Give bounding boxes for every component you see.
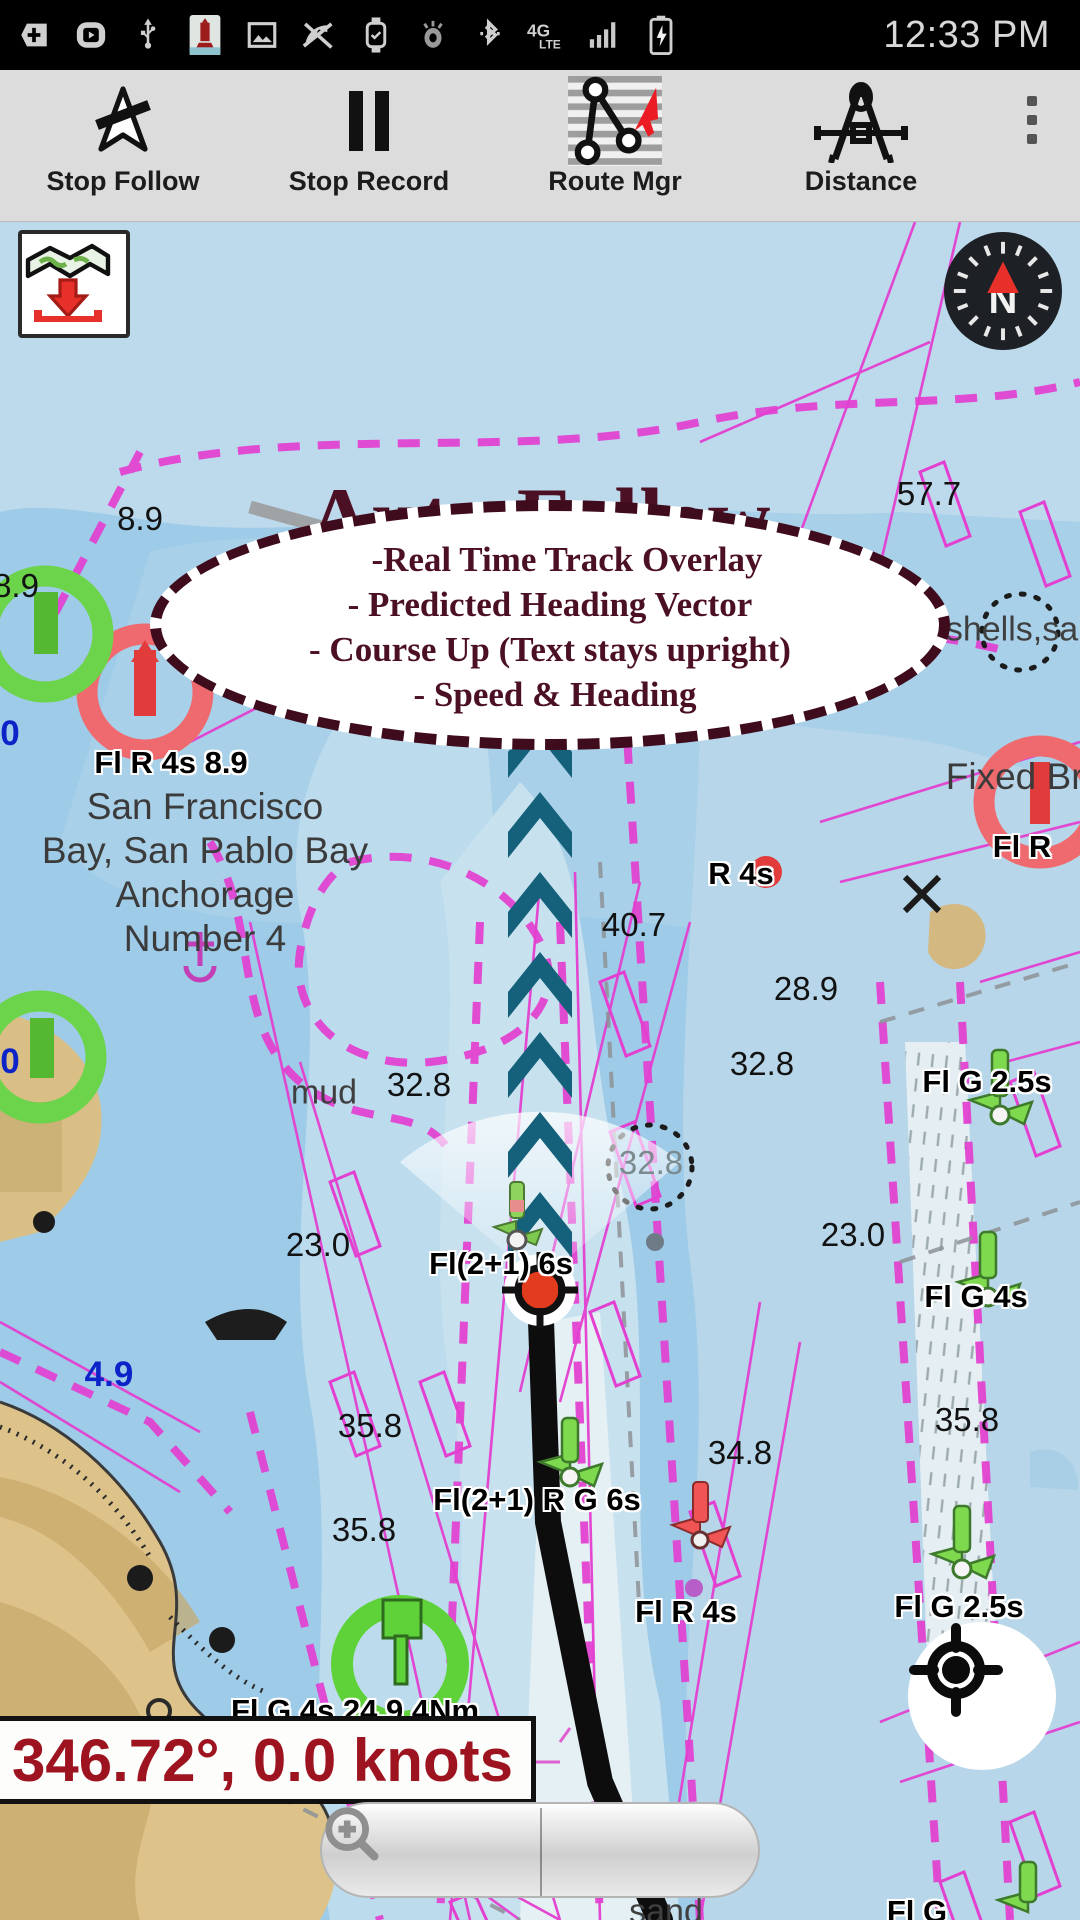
nautical-chart-map[interactable]: San Francisco Bay, San Pablo Bay Anchorage… xyxy=(0,222,1080,1920)
toolbar-button-distance[interactable]: Distance xyxy=(738,70,984,222)
chart-sediment-label: mud xyxy=(290,1073,358,1112)
toolbar-button-route-mgr[interactable]: Route Mgr xyxy=(492,70,738,222)
overflow-dot xyxy=(1027,96,1037,106)
chart-place-label: San Francisco xyxy=(86,786,324,827)
screenshot-icon xyxy=(242,14,282,56)
buoy-light-label: Fl(2+1) 6s xyxy=(429,1246,573,1281)
chart-place-label: Anchorage xyxy=(115,874,295,915)
toolbar-label: Stop Record xyxy=(288,166,450,196)
depth-sounding-label: 32.8 xyxy=(386,1066,452,1103)
buoy-light-label: Fl G xyxy=(886,1894,948,1920)
depth-sounding-label: 28.9 xyxy=(773,970,839,1007)
zoom-divider xyxy=(540,1808,542,1896)
compass-rose[interactable]: N xyxy=(944,232,1062,350)
depth-sounding-label: 23.0 xyxy=(285,1226,351,1263)
app-toolbar: Stop Follow Stop Record Route Mgr Distan… xyxy=(0,70,1080,222)
status-bar-clock: 12:33 PM xyxy=(883,13,1050,56)
buoy-light-label: R 4s xyxy=(708,856,774,891)
callout-line: -Real Time Track Overlay xyxy=(371,540,763,580)
zoom-in-button[interactable] xyxy=(325,1807,744,1884)
depth-sounding-label: 35.8 xyxy=(934,1401,1000,1438)
depth-sounding-label: 0 xyxy=(0,1042,20,1081)
toolbar-label: Distance xyxy=(804,166,918,196)
chart-bridge-label: Fixed Bric xyxy=(945,756,1080,797)
depth-sounding-label: 32.8 xyxy=(618,1144,684,1181)
route-manager-icon xyxy=(556,76,674,166)
heading-speed-value: 346.72°, 0.0 knots xyxy=(12,1726,513,1794)
compass-ticks-icon xyxy=(953,241,1053,341)
usb-icon xyxy=(128,14,168,56)
android-status-bar: 4G LTE 12:33 PM xyxy=(0,0,1080,70)
map-download-button[interactable] xyxy=(18,230,130,338)
chart-place-label: Bay, San Pablo Bay xyxy=(41,830,369,871)
network-4g-lte-icon: 4G LTE xyxy=(527,14,567,56)
navigation-app-screen: 4G LTE 12:33 PM Stop Follow Stop Record … xyxy=(0,0,1080,1920)
status-bar-icons: 4G LTE xyxy=(14,14,883,56)
depth-sounding-label: 4.9 xyxy=(84,1355,134,1394)
depth-sounding-label: 8.9 xyxy=(117,500,163,537)
buoy-light-label: Fl G 2.5s xyxy=(894,1589,1024,1624)
depth-sounding-label: 0 xyxy=(0,714,20,753)
battery-charging-icon xyxy=(641,14,681,56)
pause-icon xyxy=(333,80,405,162)
follow-arrow-icon xyxy=(83,80,163,162)
callout-line: - Speed & Heading xyxy=(413,674,697,714)
bluetooth-icon xyxy=(470,14,510,56)
heading-speed-readout: 346.72°, 0.0 knots xyxy=(0,1716,536,1804)
map-download-icon xyxy=(25,243,111,322)
chart-sediment-label: shells,sa xyxy=(945,610,1079,649)
toolbar-button-stop-record[interactable]: Stop Record xyxy=(246,70,492,222)
buoy-light-label: Fl R 4s 8.9 xyxy=(94,745,248,780)
zoom-slider-bar[interactable] xyxy=(320,1802,760,1898)
toolbar-button-stop-follow[interactable]: Stop Follow xyxy=(0,70,246,222)
app-install-icon xyxy=(14,14,54,56)
callout-line: - Predicted Heading Vector xyxy=(347,585,753,625)
boat-app-icon xyxy=(185,14,225,56)
no-sync-icon xyxy=(299,14,339,56)
toolbar-label: Route Mgr xyxy=(548,166,682,196)
depth-sounding-label: 32.8 xyxy=(729,1045,795,1082)
buoy-light-label: Fl R 4s xyxy=(635,1594,737,1629)
buoy-light-label: Fl G 4s xyxy=(924,1279,1028,1314)
gps-locate-button[interactable] xyxy=(908,1622,1056,1770)
overflow-dot xyxy=(1027,134,1037,144)
gps-crosshair-icon xyxy=(909,1623,1003,1717)
depth-sounding-label: 35.8 xyxy=(337,1407,403,1444)
smart-stay-icon xyxy=(413,14,453,56)
depth-sounding-label: 23.0 xyxy=(820,1216,886,1253)
smartwatch-icon xyxy=(356,14,396,56)
screen-record-icon xyxy=(71,14,111,56)
depth-sounding-label: 34.8 xyxy=(707,1434,773,1471)
depth-sounding-label: 35.8 xyxy=(331,1511,397,1548)
svg-text:LTE: LTE xyxy=(539,37,561,51)
buoy-light-label: Fl(2+1) R G 6s xyxy=(433,1482,641,1517)
callout-line: - Course Up (Text stays upright) xyxy=(309,630,791,669)
overflow-dot xyxy=(1027,115,1037,125)
depth-sounding-label: 8.9 xyxy=(0,567,39,604)
buoy-light-label: Fl G 2.5s xyxy=(922,1064,1052,1099)
buoy-light-label: Fl R xyxy=(992,829,1052,864)
depth-sounding-label: 57.7 xyxy=(896,475,962,512)
magnifier-plus-icon xyxy=(325,1807,379,1861)
toolbar-label: Stop Follow xyxy=(46,166,200,196)
depth-sounding-label: 40.7 xyxy=(601,906,667,943)
chart-place-label: Number 4 xyxy=(123,918,287,959)
signal-bars-icon xyxy=(584,14,624,56)
more-vertical-icon[interactable] xyxy=(984,70,1080,222)
divider-compass-icon xyxy=(807,80,915,163)
feature-callout-bubble: -Real Time Track Overlay - Predicted Hea… xyxy=(150,500,950,750)
